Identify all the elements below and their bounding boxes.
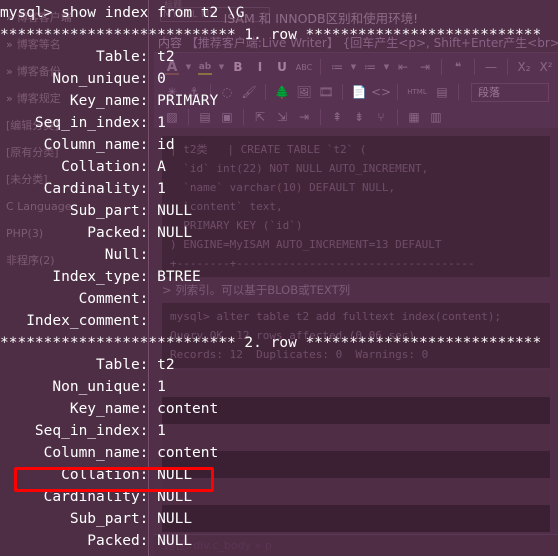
terminal-line: Index_type: BTREE <box>0 269 201 285</box>
terminal-line: *************************** 2. row *****… <box>0 335 542 351</box>
terminal-line: Non_unique: 1 <box>0 379 166 395</box>
terminal-line: *************************** 1. row *****… <box>0 27 542 43</box>
terminal-line: Null: YES <box>0 552 558 556</box>
terminal-line: Sub_part: NULL <box>0 511 193 527</box>
terminal-line: Sub_part: NULL <box>0 203 193 219</box>
terminal-line: Collation: A <box>0 159 166 175</box>
terminal-line: Column_name: content <box>0 445 219 461</box>
annotation-highlight-box <box>14 467 214 492</box>
terminal-line: Key_name: content <box>0 401 219 417</box>
terminal-line: Cardinality: 1 <box>0 181 166 197</box>
screen-root: » 博客客户端» 博客等名» 博客备份» 博客规定 [编辑分类] [原有分类] [未分类] C … <box>0 0 558 556</box>
terminal-line: Packed: NULL <box>0 533 193 549</box>
terminal-line: Seq_in_index: 1 <box>0 423 166 439</box>
terminal-line: Comment: <box>0 291 158 307</box>
terminal-line: Non_unique: 0 <box>0 71 166 87</box>
terminal-line: Null: <box>0 247 158 263</box>
terminal-line: Key_name: PRIMARY <box>0 93 219 109</box>
terminal-line: Table: t2 <box>0 49 175 65</box>
terminal-line: mysql> show index from t2 \G <box>0 5 245 21</box>
terminal-line: Packed: NULL <box>0 225 193 241</box>
terminal-line: Seq_in_index: 1 <box>0 115 166 131</box>
terminal-line: Index_comment: <box>0 313 158 329</box>
terminal-line: Table: t2 <box>0 357 175 373</box>
terminal-line: Column_name: id <box>0 137 175 153</box>
